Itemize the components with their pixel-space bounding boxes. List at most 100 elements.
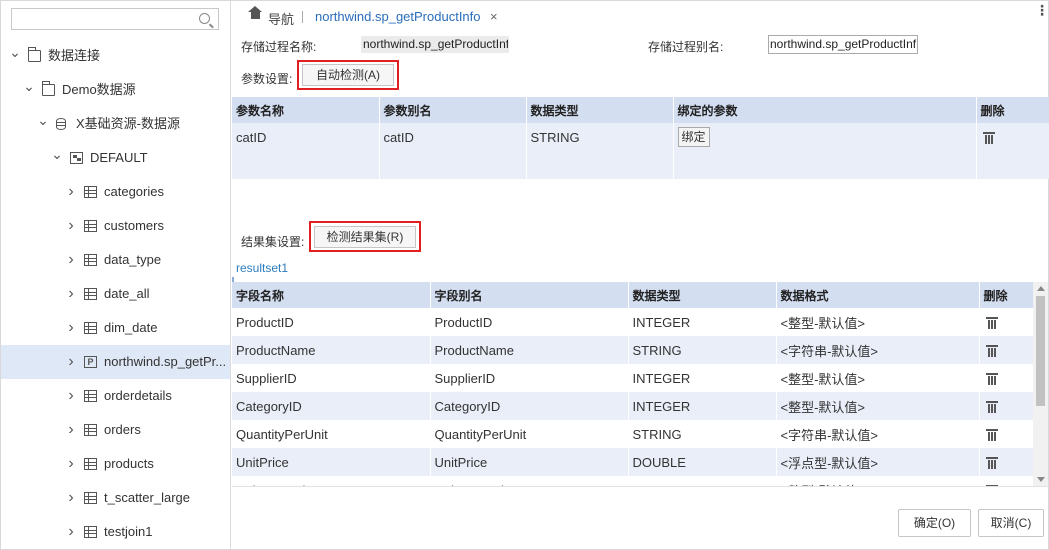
home-icon[interactable] [248,6,262,22]
table-row[interactable]: ProductName ProductName STRING <字符串-默认值> [232,336,1034,364]
result-format-cell[interactable]: <字符串-默认值> [776,336,980,364]
result-name-cell[interactable]: CategoryID [232,392,431,420]
close-icon[interactable]: × [490,9,498,24]
chevron-right-icon[interactable]: › [65,481,77,515]
result-alias-cell[interactable]: QuantityPerUnit [430,420,629,448]
tree-item[interactable]: › t_scatter_large [1,481,230,515]
result-alias-cell[interactable]: UnitsInStock [430,476,629,486]
chevron-right-icon[interactable]: › [65,209,77,243]
ok-button[interactable]: 确定(O) [898,509,971,537]
result-format-cell[interactable]: <字符串-默认值> [776,420,980,448]
chevron-down-icon[interactable]: ⌄ [37,103,49,137]
param-alias-cell[interactable]: catID [379,123,527,151]
tree-item[interactable]: › testjoin1 [1,515,230,549]
chevron-down-icon[interactable]: ⌄ [51,137,63,171]
table-row[interactable]: UnitsInStockUnitsInStockINTEGER<整型-默认值> [232,476,1034,486]
result-type-cell[interactable]: STRING [628,420,777,448]
trash-icon[interactable] [985,429,998,442]
tree-item[interactable]: › orders [1,413,230,447]
cancel-button[interactable]: 取消(C) [978,509,1044,537]
result-type-cell[interactable]: DOUBLE [628,448,777,476]
param-name-cell[interactable]: catID [232,123,380,151]
result-table-viewport[interactable]: 字段名称 字段别名 数据类型 数据格式 删除 ProductID ProductI… [232,282,1049,486]
tree-item[interactable]: ⌄ 数据连接 [1,39,230,73]
table-row[interactable]: ProductID ProductID INTEGER <整型-默认值> [232,308,1034,336]
vertical-scrollbar[interactable] [1033,282,1048,486]
proc-alias-input[interactable]: northwind.sp_getProductInf [768,35,918,54]
result-format-cell[interactable]: <整型-默认值> [776,476,980,486]
result-alias-cell[interactable]: UnitPrice [430,448,629,476]
tree-item[interactable]: › data_type [1,243,230,277]
result-format-cell[interactable]: <整型-默认值> [776,308,980,336]
param-bind-cell: 绑定 [673,123,977,151]
result-name-cell[interactable]: UnitPrice [232,448,431,476]
chevron-right-icon[interactable]: › [65,311,77,345]
result-type-cell[interactable]: INTEGER [628,476,777,486]
nav-tab-label[interactable]: 导航 [268,9,294,28]
chevron-right-icon[interactable]: › [65,175,77,209]
tab-procedure-title[interactable]: northwind.sp_getProductInfo [315,9,481,24]
result-format-cell[interactable]: <整型-默认值> [776,392,980,420]
chevron-right-icon[interactable]: › [65,345,77,379]
tree-item[interactable]: › orderdetails [1,379,230,413]
result-format-cell[interactable]: <浮点型-默认值> [776,448,980,476]
chevron-right-icon[interactable]: › [65,277,77,311]
chevron-right-icon[interactable]: › [65,447,77,481]
scroll-down-icon[interactable] [1037,477,1045,482]
search-icon[interactable] [199,13,210,24]
result-name-cell[interactable]: UnitsInStock [232,476,431,486]
auto-detect-button[interactable]: 自动检测(A) [302,64,394,86]
result-alias-cell[interactable]: CategoryID [430,392,629,420]
tree-item[interactable]: › Pnorthwind.sp_getPr... [1,345,230,379]
result-name-cell[interactable]: ProductID [232,308,431,336]
table-icon [84,288,97,300]
result-type-cell[interactable]: INTEGER [628,392,777,420]
detect-result-button[interactable]: 检测结果集(R) [314,226,416,248]
chevron-right-icon[interactable]: › [65,515,77,549]
tree-item[interactable]: › date_all [1,277,230,311]
tree-item[interactable]: › customers [1,209,230,243]
chevron-right-icon[interactable]: › [65,413,77,447]
param-type-cell[interactable]: STRING [526,123,674,151]
tree-item[interactable]: › dim_date [1,311,230,345]
table-row[interactable]: UnitPrice UnitPrice DOUBLE <浮点型-默认值> [232,448,1034,476]
trash-icon[interactable] [985,317,998,330]
result-type-cell[interactable]: INTEGER [628,308,777,336]
trash-icon[interactable] [985,345,998,358]
resultset-label[interactable]: resultset1 [236,261,288,275]
chevron-down-icon[interactable]: ⌄ [9,35,21,69]
table-row[interactable]: catID catID STRING 绑定 [232,123,1049,151]
search-input[interactable] [11,8,219,30]
trash-icon[interactable] [985,373,998,386]
result-alias-cell[interactable]: ProductName [430,336,629,364]
chevron-right-icon[interactable]: › [65,379,77,413]
tree-item[interactable]: ⌄ DEFAULT [1,141,230,175]
tree-item[interactable]: › categories [1,175,230,209]
result-type-cell[interactable]: STRING [628,336,777,364]
scroll-thumb[interactable] [1036,296,1045,406]
result-name-cell[interactable]: ProductName [232,336,431,364]
table-row[interactable]: QuantityPerUnit QuantityPerUnit STRING <字符串… [232,420,1034,448]
result-type-cell[interactable]: INTEGER [628,364,777,392]
table-row[interactable]: SupplierID SupplierID INTEGER <整型-默认值> [232,364,1034,392]
chevron-down-icon[interactable]: ⌄ [23,69,35,103]
more-menu-icon[interactable]: ⋮ [1035,3,1049,17]
result-delete-cell [979,308,1034,336]
result-header-row: 字段名称 字段别名 数据类型 数据格式 删除 [232,282,1034,308]
table-row[interactable]: CategoryID CategoryID INTEGER <整型-默认值> [232,392,1034,420]
tree-item-label: orders [104,422,141,437]
result-format-cell[interactable]: <整型-默认值> [776,364,980,392]
tree-item[interactable]: ⌄ Demo数据源 [1,73,230,107]
chevron-right-icon[interactable]: › [65,243,77,277]
trash-icon[interactable] [985,401,998,414]
scroll-up-icon[interactable] [1037,286,1045,291]
bind-button[interactable]: 绑定 [677,127,710,147]
tree-item[interactable]: › products [1,447,230,481]
result-name-cell[interactable]: QuantityPerUnit [232,420,431,448]
result-name-cell[interactable]: SupplierID [232,364,431,392]
result-alias-cell[interactable]: ProductID [430,308,629,336]
tree-item[interactable]: ⌄ X基础资源-数据源 [1,107,230,141]
trash-icon[interactable] [982,132,995,145]
trash-icon[interactable] [985,457,998,470]
result-alias-cell[interactable]: SupplierID [430,364,629,392]
